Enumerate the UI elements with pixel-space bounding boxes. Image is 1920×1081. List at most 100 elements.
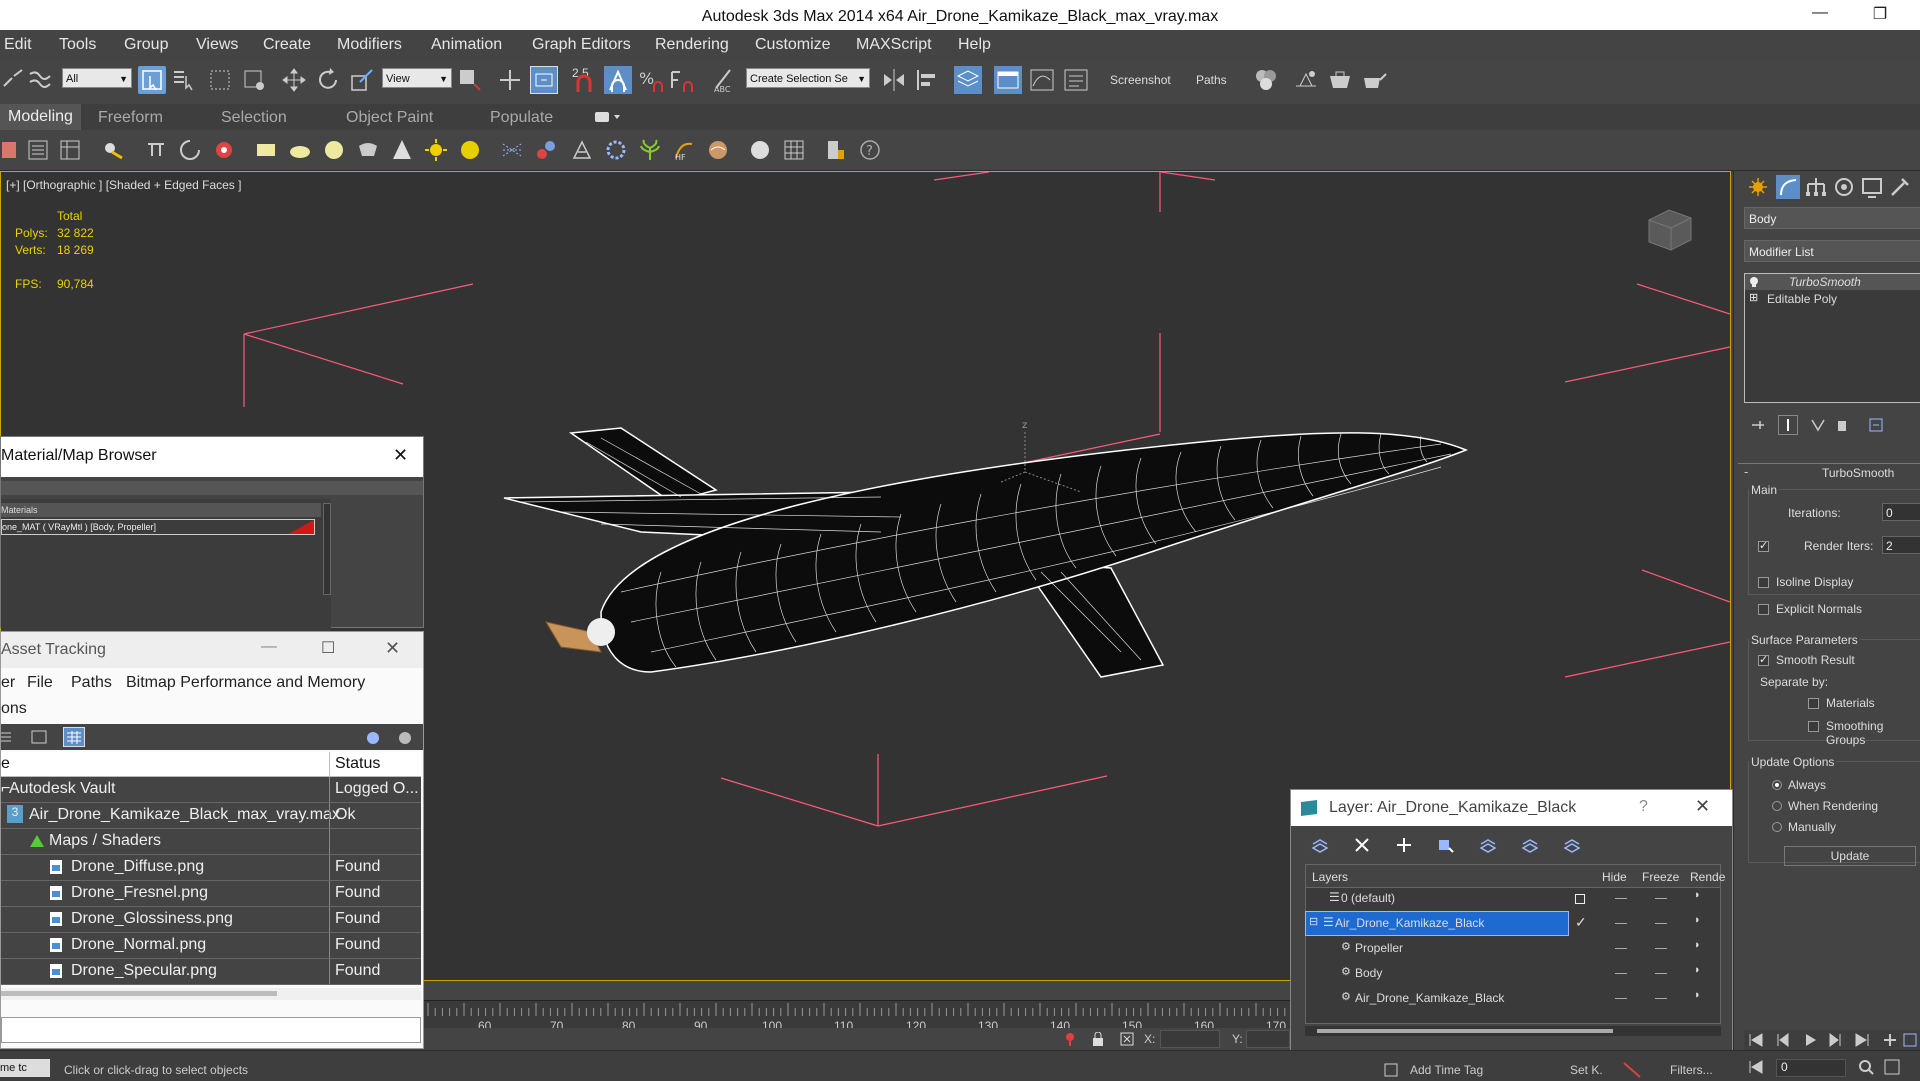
- time-ruler[interactable]: 60 70 80 90 100 110 120 130 140 150 160 …: [424, 1000, 1290, 1033]
- remove-modifier-icon[interactable]: [1834, 417, 1850, 433]
- list-view-icon[interactable]: [1, 730, 13, 744]
- close-icon[interactable]: ✕: [1695, 796, 1710, 817]
- motion-icon[interactable]: [178, 138, 202, 162]
- render-teapot-icon[interactable]: ◗: [1694, 914, 1701, 926]
- tab-selection[interactable]: Selection: [221, 109, 287, 127]
- plane-primitive-icon[interactable]: [254, 138, 278, 162]
- column-header-name[interactable]: e: [1, 755, 10, 773]
- asset-row-diffuse[interactable]: Drone_Diffuse.png Found: [1, 855, 421, 881]
- asset-row-fresnel[interactable]: Drone_Fresnel.png Found: [1, 881, 421, 907]
- play-icon[interactable]: [1802, 1032, 1818, 1048]
- hide-toggle[interactable]: [1615, 998, 1627, 999]
- configure-modifier-sets-icon[interactable]: [1868, 417, 1884, 433]
- column-header-freeze[interactable]: Freeze: [1642, 870, 1679, 884]
- layer-explorer-icon[interactable]: [58, 138, 82, 162]
- material-list-scrollbar[interactable]: [323, 503, 331, 595]
- percent-snap-icon[interactable]: %: [636, 66, 664, 94]
- render-teapot-icon[interactable]: ◗: [1694, 939, 1701, 951]
- add-time-tag-button[interactable]: Add Time Tag: [1410, 1063, 1483, 1077]
- render-teapot-icon[interactable]: ◗: [1694, 989, 1701, 1001]
- layer-row-air-drone-kamikaze-black[interactable]: ⊟ ☰ Air_Drone_Kamikaze_Black ✓ ◗: [1305, 911, 1721, 936]
- snaps-toggle-icon[interactable]: 2.5: [570, 66, 598, 94]
- container-icon[interactable]: [102, 138, 126, 162]
- foliage-icon[interactable]: [638, 138, 662, 162]
- pin-icon[interactable]: [1064, 1032, 1076, 1046]
- delete-layer-icon[interactable]: [1353, 836, 1371, 854]
- rendered-frame-window-icon[interactable]: [1326, 66, 1354, 94]
- graphite-tools-icon[interactable]: [0, 138, 24, 162]
- material-item[interactable]: one_MAT ( VRayMtl ) [Body, Propeller]: [1, 519, 315, 535]
- angle-snap-icon[interactable]: [604, 66, 632, 94]
- maximize-icon[interactable]: ☐: [321, 638, 335, 658]
- layer-row-body[interactable]: ⚙ Body ◗: [1305, 961, 1721, 986]
- column-header-layers[interactable]: Layers: [1312, 870, 1348, 884]
- freeze-toggle[interactable]: [1655, 973, 1667, 974]
- column-header-status[interactable]: Status: [335, 755, 380, 773]
- render-grid-icon[interactable]: [782, 138, 806, 162]
- menu-graph-editors[interactable]: Graph Editors: [532, 36, 631, 54]
- sphere-primitive-icon[interactable]: [322, 138, 346, 162]
- next-frame-icon[interactable]: [1828, 1032, 1844, 1048]
- collapse-icon[interactable]: ⊟: [1309, 915, 1318, 928]
- move-icon[interactable]: [280, 66, 308, 94]
- hide-toggle[interactable]: [1615, 948, 1627, 949]
- scene-explorer-icon[interactable]: [26, 138, 50, 162]
- close-icon[interactable]: ✕: [385, 638, 400, 659]
- tab-freeform[interactable]: Freeform: [98, 109, 163, 127]
- select-by-name-icon[interactable]: [170, 66, 198, 94]
- asset-row-scene-file[interactable]: 3 Air_Drone_Kamikaze_Black_max_vray.max …: [1, 803, 421, 829]
- menu-help[interactable]: Help: [958, 36, 991, 54]
- zoom-region-icon[interactable]: [1884, 1059, 1900, 1075]
- column-header-render[interactable]: Rende: [1690, 870, 1725, 884]
- named-selection-set-combo[interactable]: Create Selection Se ▼: [746, 68, 870, 88]
- tab-object-paint[interactable]: Object Paint: [346, 109, 433, 127]
- x-coordinate-field[interactable]: [1160, 1030, 1220, 1048]
- update-manually-radio[interactable]: [1772, 822, 1782, 832]
- tab-modeling[interactable]: Modeling: [0, 104, 81, 130]
- freeze-toggle[interactable]: [1655, 923, 1667, 924]
- current-layer-checkbox[interactable]: [1575, 894, 1585, 904]
- screenshot-tool-label[interactable]: Screenshot: [1110, 73, 1171, 87]
- menu-tools[interactable]: Tools: [59, 36, 96, 54]
- tab-populate[interactable]: Populate: [490, 109, 553, 127]
- sun-light-icon[interactable]: [424, 138, 448, 162]
- geosphere-icon[interactable]: [356, 138, 380, 162]
- time-config-icon[interactable]: [1902, 1032, 1918, 1048]
- asset-row-specular[interactable]: Drone_Specular.png Found: [1, 959, 421, 985]
- select-object-icon[interactable]: [138, 66, 166, 94]
- paths-tool-label[interactable]: Paths: [1196, 73, 1227, 87]
- isoline-display-checkbox[interactable]: [1758, 577, 1769, 588]
- align-icon[interactable]: [914, 66, 942, 94]
- stack-item-turbosmooth[interactable]: TurboSmooth: [1745, 274, 1920, 290]
- freeze-all-layers-icon[interactable]: [1563, 836, 1581, 854]
- render-teapot-icon[interactable]: ◗: [1694, 964, 1701, 976]
- create-tab-icon[interactable]: [1746, 175, 1770, 199]
- hierarchy-tab-icon[interactable]: [1804, 175, 1828, 199]
- space-warp-icon[interactable]: [534, 138, 558, 162]
- display-icon[interactable]: [212, 138, 236, 162]
- hide-toggle[interactable]: [1615, 923, 1627, 924]
- current-frame-field[interactable]: 0: [1776, 1059, 1846, 1077]
- cloth-icon[interactable]: [706, 138, 730, 162]
- cone-primitive-icon[interactable]: [390, 138, 414, 162]
- layer-row-air-drone-object[interactable]: ⚙ Air_Drone_Kamikaze_Black ◗: [1305, 986, 1721, 1011]
- go-to-start-icon[interactable]: [1748, 1059, 1764, 1075]
- add-to-layer-icon[interactable]: [1395, 836, 1413, 854]
- utilities-icon[interactable]: [824, 138, 848, 162]
- keyboard-shortcut-override-icon[interactable]: [530, 66, 558, 94]
- layer-dialog-titlebar[interactable]: Layer: Air_Drone_Kamikaze_Black ? ✕: [1291, 790, 1732, 826]
- select-objects-in-layer-icon[interactable]: [1437, 836, 1455, 854]
- set-key-button[interactable]: Set K.: [1570, 1063, 1603, 1077]
- menu-maxscript[interactable]: MAXScript: [856, 36, 932, 54]
- go-to-end-icon[interactable]: [1854, 1032, 1870, 1048]
- key-mode-toggle-icon[interactable]: [1882, 1032, 1898, 1048]
- menu-paths[interactable]: Paths: [71, 674, 112, 692]
- asset-path-field[interactable]: [1, 1017, 421, 1043]
- render-setup-icon[interactable]: [1292, 66, 1320, 94]
- help-icon[interactable]: ?: [858, 138, 882, 162]
- render-iters-spinner[interactable]: 2: [1882, 536, 1920, 554]
- layer-row-propeller[interactable]: ⚙ Propeller ◗: [1305, 936, 1721, 961]
- key-mode-icon[interactable]: [1622, 1059, 1642, 1079]
- lock-icon[interactable]: [1092, 1032, 1104, 1046]
- minimize-icon[interactable]: —: [261, 638, 277, 656]
